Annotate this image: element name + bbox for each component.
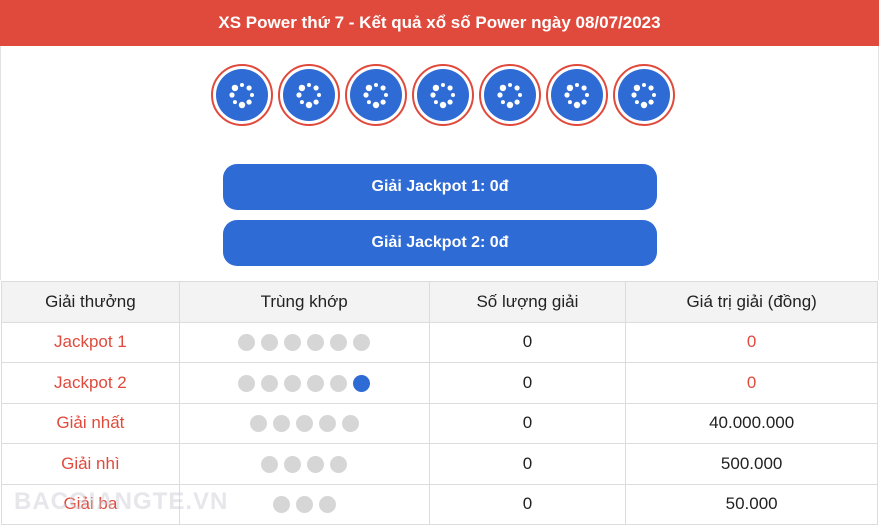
jackpot-2-button[interactable]: Giải Jackpot 2: 0đ bbox=[223, 220, 657, 266]
prize-value: 40.000.000 bbox=[625, 402, 878, 444]
match-cell bbox=[178, 402, 430, 444]
match-dot bbox=[330, 334, 348, 352]
page-title: XS Power thứ 7 - Kết quả xổ số Power ngà… bbox=[218, 13, 661, 32]
result-ball bbox=[479, 64, 541, 126]
prize-count: 0 bbox=[428, 362, 627, 404]
match-dot bbox=[318, 496, 336, 514]
prize-count: 0 bbox=[428, 402, 627, 444]
result-ball bbox=[211, 64, 273, 126]
prize-name: Giải ba bbox=[1, 483, 180, 525]
match-dot bbox=[284, 455, 302, 473]
prize-value: 0 bbox=[625, 321, 878, 363]
loading-spinner-icon bbox=[631, 83, 656, 109]
prize-name: Jackpot 1 bbox=[1, 321, 180, 363]
loading-spinner-icon bbox=[497, 83, 522, 109]
table-header-row: Giải thưởng Trùng khớp Số lượng giải Giá… bbox=[1, 281, 878, 323]
prize-value: 0 bbox=[625, 362, 878, 404]
prize-table: Giải thưởng Trùng khớp Số lượng giải Giá… bbox=[1, 281, 878, 525]
jackpot-1-button[interactable]: Giải Jackpot 1: 0đ bbox=[223, 164, 657, 210]
page-title-bar: XS Power thứ 7 - Kết quả xổ số Power ngà… bbox=[0, 0, 879, 46]
table-row: Giải nhì 0 500.000 bbox=[1, 443, 878, 485]
loading-spinner-icon bbox=[229, 83, 254, 109]
match-dot bbox=[261, 374, 279, 392]
prize-count: 0 bbox=[428, 483, 627, 525]
match-dot bbox=[307, 334, 325, 352]
header-match: Trùng khớp bbox=[178, 281, 430, 323]
special-ball-dot bbox=[353, 374, 371, 392]
prize-value: 500.000 bbox=[625, 443, 878, 485]
match-cell bbox=[178, 483, 430, 525]
match-dot bbox=[330, 374, 348, 392]
match-dot bbox=[238, 374, 256, 392]
prize-name: Giải nhì bbox=[1, 443, 180, 485]
match-dot bbox=[284, 374, 302, 392]
loading-spinner-icon bbox=[296, 83, 321, 109]
match-dots bbox=[261, 455, 348, 473]
match-dot bbox=[307, 374, 325, 392]
match-cell bbox=[178, 443, 430, 485]
result-ball bbox=[613, 64, 675, 126]
match-dot bbox=[238, 334, 256, 352]
table-row: Jackpot 2 00 bbox=[1, 362, 878, 404]
result-ball-inner bbox=[484, 69, 536, 121]
result-ball bbox=[345, 64, 407, 126]
prize-count: 0 bbox=[428, 443, 627, 485]
loading-spinner-icon bbox=[564, 83, 589, 109]
result-balls bbox=[211, 64, 675, 126]
result-ball bbox=[412, 64, 474, 126]
loading-spinner-icon bbox=[430, 83, 455, 109]
match-dot bbox=[284, 334, 302, 352]
match-dots bbox=[238, 374, 371, 392]
match-dot bbox=[318, 415, 336, 433]
match-dot bbox=[249, 415, 267, 433]
result-ball bbox=[546, 64, 608, 126]
table-row: Giải nhất 0 40.000.000 bbox=[1, 402, 878, 444]
table-row: Giải ba 0 50.000 bbox=[1, 483, 878, 525]
match-cell bbox=[178, 362, 430, 404]
match-dots bbox=[272, 496, 336, 514]
prize-name: Jackpot 2 bbox=[1, 362, 180, 404]
result-ball-inner bbox=[283, 69, 335, 121]
match-dots bbox=[238, 334, 371, 352]
result-ball-inner bbox=[618, 69, 670, 121]
header-value: Giá trị giải (đồng) bbox=[625, 281, 878, 323]
match-dot bbox=[295, 415, 313, 433]
match-dot bbox=[307, 455, 325, 473]
header-prize: Giải thưởng bbox=[1, 281, 180, 323]
match-dot bbox=[272, 496, 290, 514]
match-dot bbox=[295, 496, 313, 514]
header-count: Số lượng giải bbox=[428, 281, 627, 323]
match-dot bbox=[330, 455, 348, 473]
match-dot bbox=[272, 415, 290, 433]
result-ball-inner bbox=[216, 69, 268, 121]
result-ball-inner bbox=[417, 69, 469, 121]
table-row: Jackpot 1 00 bbox=[1, 321, 878, 363]
loading-spinner-icon bbox=[363, 83, 388, 109]
match-dot bbox=[261, 455, 279, 473]
result-ball-inner bbox=[551, 69, 603, 121]
result-ball-inner bbox=[350, 69, 402, 121]
result-ball bbox=[278, 64, 340, 126]
match-dot bbox=[353, 334, 371, 352]
match-cell bbox=[178, 321, 430, 363]
prize-name: Giải nhất bbox=[1, 402, 180, 444]
prize-value: 50.000 bbox=[625, 483, 878, 525]
match-dot bbox=[261, 334, 279, 352]
match-dots bbox=[249, 415, 359, 433]
match-dot bbox=[341, 415, 359, 433]
prize-count: 0 bbox=[428, 321, 627, 363]
